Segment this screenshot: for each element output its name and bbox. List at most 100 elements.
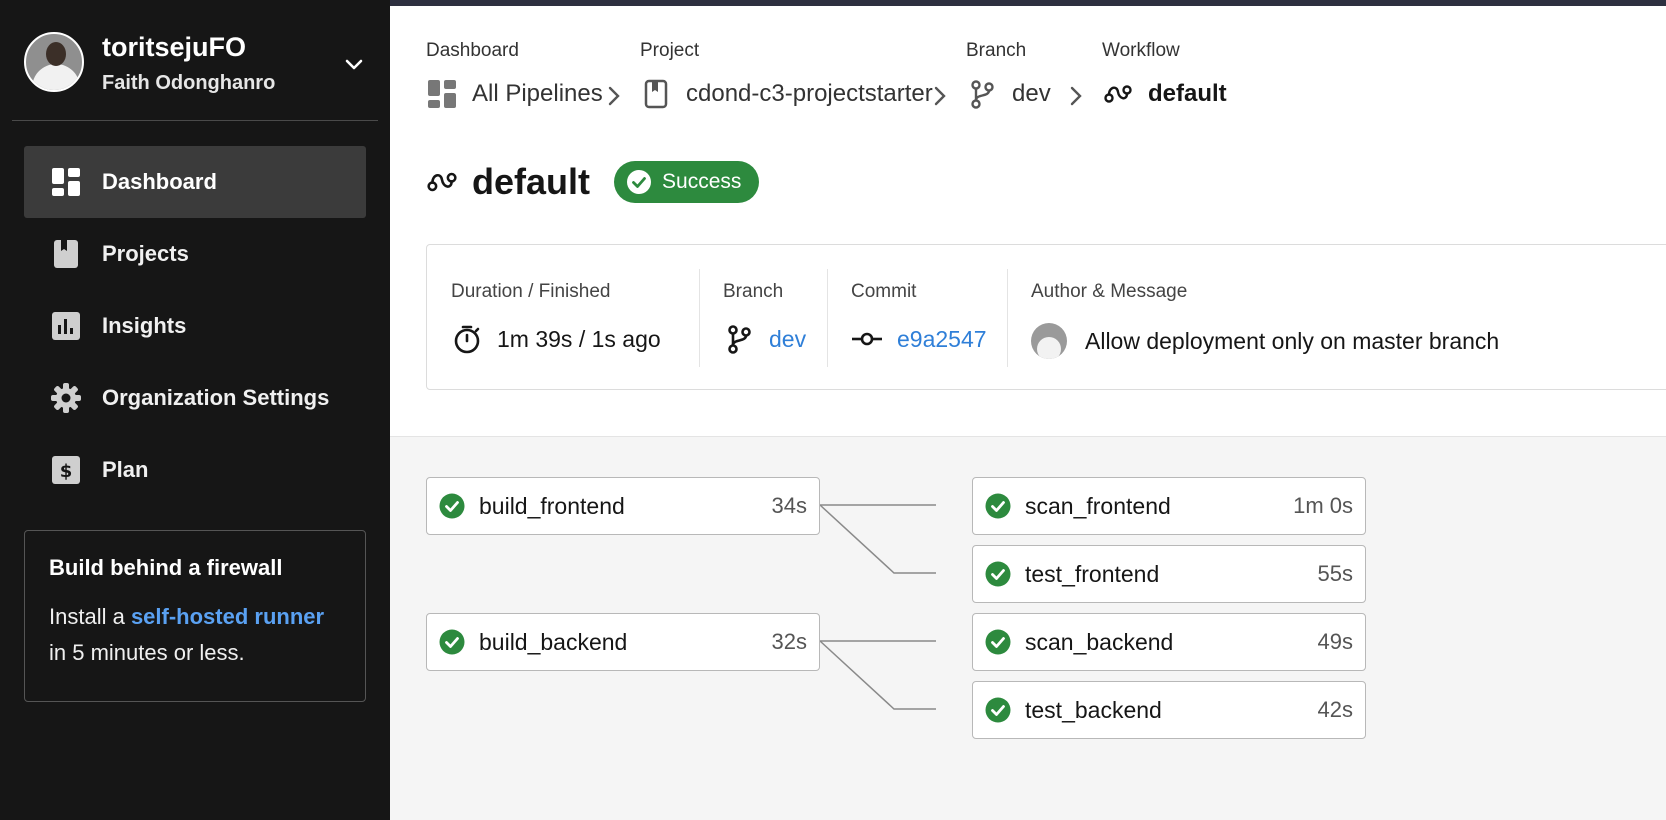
- sidebar-item-label: Plan: [102, 457, 149, 482]
- self-hosted-runner-link[interactable]: self-hosted runner: [131, 604, 324, 629]
- stopwatch-icon: [451, 323, 483, 355]
- check-circle-icon: [985, 697, 1011, 723]
- workflow-header: default Success: [426, 158, 760, 206]
- breadcrumb-dashboard: Dashboard All Pipelines: [426, 40, 603, 108]
- job-build-backend[interactable]: build_backend 32s: [426, 613, 820, 671]
- username: toritsejuFO: [102, 32, 247, 62]
- sidebar-item-organization-settings[interactable]: Organization Settings: [24, 362, 366, 434]
- chevron-right-icon: [608, 86, 620, 106]
- firewall-promo-card: Build behind a firewall Install a self-h…: [24, 530, 366, 702]
- breadcrumb-all-pipelines[interactable]: All Pipelines: [426, 78, 603, 110]
- breadcrumb-workflow: Workflow default: [1102, 40, 1227, 107]
- branch-value: dev: [723, 323, 806, 355]
- author-label: Author & Message: [1031, 281, 1188, 302]
- breadcrumb-value: cdond-c3-projectstarter: [686, 80, 933, 107]
- divider: [1007, 269, 1008, 367]
- workflow-icon: [427, 172, 457, 192]
- status-text: Success: [662, 170, 742, 193]
- job-name: test_frontend: [1025, 560, 1160, 587]
- duration-label: Duration / Finished: [451, 281, 611, 302]
- sidebar-nav: Dashboard Projects Insights Organization…: [24, 146, 366, 506]
- job-duration: 55s: [1317, 561, 1353, 586]
- user-menu[interactable]: toritsejuFO Faith Odonghanro: [24, 32, 374, 94]
- breadcrumb-project-link[interactable]: cdond-c3-projectstarter: [640, 78, 933, 110]
- job-duration: 1m 0s: [1293, 493, 1353, 518]
- check-circle-icon: [439, 629, 465, 655]
- check-circle-icon: [439, 493, 465, 519]
- duration-value: 1m 39s / 1s ago: [451, 323, 661, 355]
- author-value: Allow deployment only on master branch: [1031, 323, 1499, 359]
- sidebar-item-insights[interactable]: Insights: [24, 290, 366, 362]
- check-circle-icon: [627, 170, 652, 194]
- job-name: build_frontend: [479, 492, 625, 519]
- chevron-down-icon[interactable]: [342, 52, 366, 76]
- commit-value: e9a2547: [851, 323, 987, 355]
- divider: [12, 120, 378, 121]
- sidebar-item-plan[interactable]: $ Plan: [24, 434, 366, 506]
- breadcrumb-label: Workflow: [1102, 40, 1180, 61]
- chevron-right-icon: [934, 86, 946, 106]
- breadcrumb-workflow-current: default: [1102, 78, 1227, 110]
- job-duration: 42s: [1317, 697, 1353, 722]
- page-title: default: [472, 161, 591, 202]
- breadcrumb-value: default: [1148, 80, 1227, 107]
- workflow-graph: build_frontend 34s scan_frontend 1m 0s t…: [390, 436, 1666, 820]
- promo-title: Build behind a firewall: [49, 555, 283, 580]
- job-name: scan_backend: [1025, 628, 1174, 655]
- branch-icon: [966, 78, 998, 110]
- check-circle-icon: [985, 561, 1011, 587]
- branch-link[interactable]: dev: [769, 326, 806, 353]
- divider: [827, 269, 828, 367]
- job-build-frontend[interactable]: build_frontend 34s: [426, 477, 820, 535]
- job-duration: 32s: [771, 629, 807, 654]
- status-badge: Success: [614, 161, 760, 203]
- promo-text: Install a self-hosted runner in 5 minute…: [49, 599, 341, 671]
- commit-message: Allow deployment only on master branch: [1085, 327, 1500, 354]
- divider: [699, 269, 700, 367]
- breadcrumb-label: Project: [640, 40, 700, 61]
- main-content: Dashboard All Pipelines Project cdond-c3…: [390, 6, 1666, 820]
- workflow-icon: [1102, 78, 1134, 110]
- chart-icon: [50, 310, 82, 342]
- job-scan-frontend[interactable]: scan_frontend 1m 0s: [972, 477, 1366, 535]
- job-name: build_backend: [479, 628, 628, 655]
- dashboard-icon: [426, 78, 458, 110]
- sidebar-item-dashboard[interactable]: Dashboard: [24, 146, 366, 218]
- job-duration: 49s: [1317, 629, 1353, 654]
- promo-text-after: in 5 minutes or less.: [49, 640, 245, 665]
- workflow-info-panel: Duration / Finished 1m 39s / 1s ago Bran…: [426, 244, 1666, 390]
- book-icon: [640, 78, 672, 110]
- sidebar-item-label: Dashboard: [102, 169, 217, 194]
- sidebar-item-label: Projects: [102, 241, 189, 266]
- job-duration: 34s: [771, 493, 807, 518]
- job-name: scan_frontend: [1025, 492, 1171, 519]
- job-scan-backend[interactable]: scan_backend 49s: [972, 613, 1366, 671]
- dollar-icon: $: [50, 454, 82, 486]
- sidebar-item-projects[interactable]: Projects: [24, 218, 366, 290]
- breadcrumb-branch: Branch dev: [966, 40, 1051, 109]
- promo-text-before: Install a: [49, 604, 131, 629]
- user-full-name: Faith Odonghanro: [102, 72, 276, 94]
- book-icon: [50, 238, 82, 270]
- breadcrumb-branch-link[interactable]: dev: [966, 78, 1051, 110]
- breadcrumb-label: Branch: [966, 40, 1027, 61]
- check-circle-icon: [985, 493, 1011, 519]
- commit-icon: [851, 323, 883, 355]
- branch-icon: [723, 323, 755, 355]
- sidebar-item-label: Organization Settings: [102, 385, 330, 410]
- job-name: test_backend: [1025, 696, 1162, 723]
- dashboard-icon: [50, 166, 82, 198]
- avatar: [24, 32, 84, 92]
- commit-link[interactable]: e9a2547: [897, 326, 987, 353]
- breadcrumb-value: All Pipelines: [472, 80, 603, 107]
- sidebar-item-label: Insights: [102, 313, 187, 338]
- avatar: [1031, 323, 1067, 359]
- job-test-frontend[interactable]: test_frontend 55s: [972, 545, 1366, 603]
- commit-label: Commit: [851, 281, 917, 302]
- breadcrumb-label: Dashboard: [426, 40, 519, 61]
- branch-label: Branch: [723, 281, 784, 302]
- svg-text:$: $: [60, 461, 73, 482]
- job-test-backend[interactable]: test_backend 42s: [972, 681, 1366, 739]
- duration-text: 1m 39s / 1s ago: [497, 325, 661, 352]
- chevron-right-icon: [1070, 86, 1082, 106]
